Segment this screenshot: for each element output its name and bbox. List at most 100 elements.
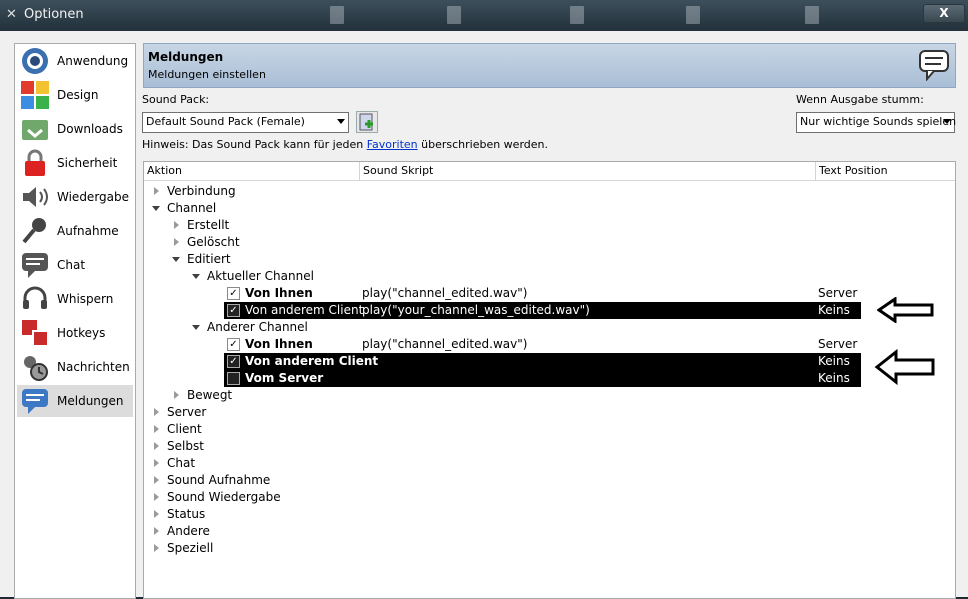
add-file-icon (359, 113, 373, 131)
arrow-left-icon (874, 349, 935, 385)
tree-row[interactable]: Chat (144, 455, 955, 472)
expand-icon[interactable] (154, 493, 159, 501)
page-subtitle: Meldungen einstellen (148, 68, 266, 81)
tree-row[interactable]: Verbindung (144, 183, 955, 200)
lock-icon (25, 149, 45, 176)
tree-row[interactable]: Selbst (144, 438, 955, 455)
expand-icon[interactable] (154, 459, 159, 467)
tree-row[interactable]: Client (144, 421, 955, 438)
sidebar-item-anwendung[interactable]: Anwendung (17, 45, 133, 77)
mute-select[interactable]: Nur wichtige Sounds spielen (796, 112, 957, 133)
messages-icon (24, 356, 48, 381)
background-file-icon (805, 6, 819, 24)
tree-row[interactable]: Gelöscht (144, 234, 955, 251)
sidebar-item-downloads[interactable]: Downloads (17, 113, 133, 145)
notifications-tree: Aktion Sound Skript Text Position Verbin… (143, 161, 956, 599)
expand-icon[interactable] (154, 187, 159, 195)
chevron-down-icon (943, 119, 951, 124)
tree-row[interactable]: Editiert (144, 251, 955, 268)
tree-row[interactable]: Server (144, 404, 955, 421)
tree-row[interactable]: Sound Aufnahme (144, 472, 955, 489)
collapse-icon[interactable] (172, 257, 180, 262)
enable-checkbox[interactable]: ✓ (227, 338, 240, 351)
text-position: Keins (818, 354, 850, 368)
headset-icon (23, 286, 47, 309)
sidebar-item-design[interactable]: Design (17, 79, 133, 111)
tree-row-highlighted[interactable]: ✓ Von anderem Client Keins (144, 353, 955, 370)
app-tools-icon: ✕ (6, 7, 17, 22)
sidebar-item-label: Chat (57, 258, 86, 272)
expand-icon[interactable] (174, 391, 179, 399)
tree-row[interactable]: Aktueller Channel (144, 268, 955, 285)
collapse-icon[interactable] (192, 325, 200, 330)
microphone-icon (22, 218, 46, 244)
text-position: Keins (818, 371, 850, 385)
page-title: Meldungen (148, 50, 224, 64)
tree-header: Aktion Sound Skript Text Position (144, 162, 955, 181)
sidebar-item-label: Hotkeys (57, 326, 106, 340)
tree-row[interactable]: Speziell (144, 540, 955, 557)
expand-icon[interactable] (174, 221, 179, 229)
column-header-text-position[interactable]: Text Position (816, 162, 955, 180)
sidebar-item-sicherheit[interactable]: Sicherheit (17, 147, 133, 179)
sidebar: Anwendung Design Downloads Sicherheit Wi… (14, 43, 136, 599)
tree-row[interactable]: Bewegt (144, 387, 955, 404)
tree-row[interactable]: Sound Wiedergabe (144, 489, 955, 506)
close-button[interactable]: X (923, 4, 965, 23)
expand-icon[interactable] (154, 425, 159, 433)
expand-icon[interactable] (174, 238, 179, 246)
sound-pack-label: Sound Pack: (142, 93, 210, 106)
sidebar-item-meldungen[interactable]: Meldungen (17, 385, 133, 417)
sidebar-item-label: Wiedergabe (57, 190, 130, 204)
notifications-icon (22, 389, 48, 414)
tree-row[interactable]: ✓ Von Ihnen play("channel_edited.wav") S… (144, 336, 955, 353)
hotkeys-icon (22, 320, 49, 347)
sidebar-item-hotkeys[interactable]: Hotkeys (17, 317, 133, 349)
add-sound-pack-button[interactable] (356, 111, 378, 133)
enable-checkbox[interactable] (227, 372, 240, 385)
title-bar: ✕ Optionen X (0, 0, 968, 31)
enable-checkbox[interactable]: ✓ (227, 287, 240, 300)
sidebar-item-label: Design (57, 88, 99, 102)
tree-row[interactable]: Andere (144, 523, 955, 540)
hint-text: Hinweis: Das Sound Pack kann für jeden F… (142, 138, 548, 151)
sidebar-item-wiedergabe[interactable]: Wiedergabe (17, 181, 133, 213)
sound-script: play("your_channel_was_edited.wav") (362, 303, 590, 317)
background-file-icon (686, 6, 700, 24)
collapse-icon[interactable] (152, 206, 160, 211)
expand-icon[interactable] (154, 442, 159, 450)
expand-icon[interactable] (154, 510, 159, 518)
sidebar-item-chat[interactable]: Chat (17, 249, 133, 281)
tree-row[interactable]: ✓ Von Ihnen play("channel_edited.wav") S… (144, 285, 955, 302)
sound-script: play("channel_edited.wav") (362, 337, 528, 351)
collapse-icon[interactable] (192, 274, 200, 279)
mute-value: Nur wichtige Sounds spielen (800, 115, 957, 128)
favorites-link[interactable]: Favoriten (367, 138, 418, 151)
window-title: Optionen (24, 7, 84, 22)
enable-checkbox[interactable]: ✓ (227, 355, 240, 368)
expand-icon[interactable] (154, 408, 159, 416)
sound-pack-select[interactable]: Default Sound Pack (Female) (142, 112, 349, 133)
notifications-icon (919, 50, 949, 81)
tree-row[interactable]: Erstellt (144, 217, 955, 234)
tree-row[interactable]: Status (144, 506, 955, 523)
column-header-sound-skript[interactable]: Sound Skript (360, 162, 816, 180)
tree-row[interactable]: Channel (144, 200, 955, 217)
expand-icon[interactable] (154, 527, 159, 535)
tree-row-highlighted[interactable]: ✓ Von anderem Client play("your_channel_… (144, 302, 955, 319)
sidebar-item-nachrichten[interactable]: Nachrichten (17, 351, 133, 383)
sidebar-item-label: Anwendung (57, 54, 129, 68)
enable-checkbox[interactable]: ✓ (227, 304, 240, 317)
expand-icon[interactable] (154, 476, 159, 484)
tree-row-highlighted[interactable]: Vom Server Keins (144, 370, 955, 387)
sidebar-item-label: Downloads (57, 122, 123, 136)
expand-icon[interactable] (154, 544, 159, 552)
arrow-left-icon (877, 297, 934, 323)
background-file-icon (330, 6, 344, 24)
tree-row[interactable]: Anderer Channel (144, 319, 955, 336)
sidebar-item-label: Nachrichten (57, 360, 130, 374)
page-header: Meldungen Meldungen einstellen (143, 43, 956, 88)
sidebar-item-whispern[interactable]: Whispern (17, 283, 133, 315)
sidebar-item-aufnahme[interactable]: Aufnahme (17, 215, 133, 247)
column-header-aktion[interactable]: Aktion (144, 162, 360, 180)
